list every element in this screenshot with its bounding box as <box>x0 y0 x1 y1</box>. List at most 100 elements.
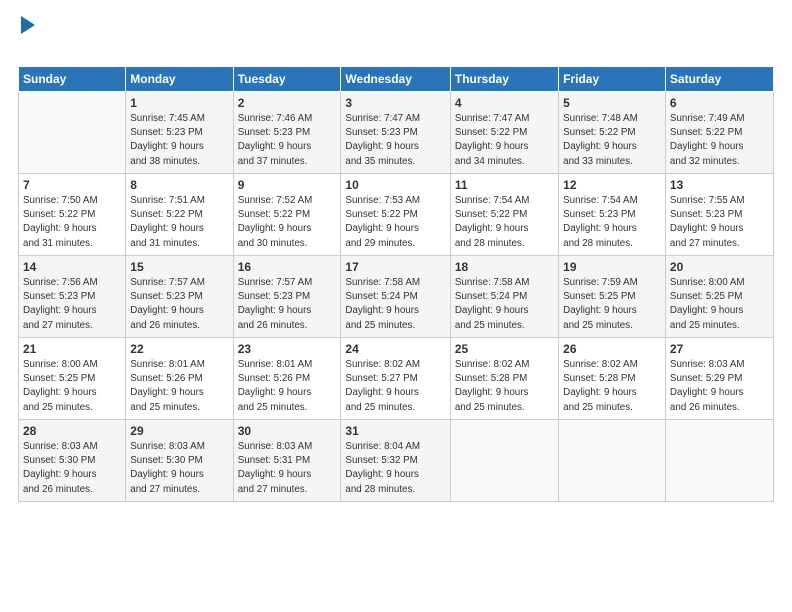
day-number: 18 <box>455 260 554 274</box>
calendar-cell: 10Sunrise: 7:53 AMSunset: 5:22 PMDayligh… <box>341 174 450 256</box>
day-number: 29 <box>130 424 228 438</box>
day-number: 8 <box>130 178 228 192</box>
logo-line <box>18 18 36 34</box>
day-number: 22 <box>130 342 228 356</box>
day-number: 28 <box>23 424 121 438</box>
day-number: 11 <box>455 178 554 192</box>
day-number: 9 <box>238 178 337 192</box>
calendar-week-5: 28 Sunrise: 8:03 AMSunset: 5:30 PMDayligh… <box>19 420 774 502</box>
calendar-cell: 1 Sunrise: 7:45 AMSunset: 5:23 PMDaylight… <box>126 92 233 174</box>
calendar-cell: 9 Sunrise: 7:52 AMSunset: 5:22 PMDaylight… <box>233 174 341 256</box>
calendar-cell: 11 Sunrise: 7:54 AMSunset: 5:22 PMDayligh… <box>450 174 558 256</box>
calendar-cell <box>665 420 773 502</box>
weekday-header-monday: Monday <box>126 67 233 92</box>
day-info: Sunrise: 7:58 AMSunset: 5:24 PMDaylight:… <box>345 276 445 333</box>
calendar-cell: 27 Sunrise: 8:03 AMSunset: 5:29 PMDayligh… <box>665 338 773 420</box>
day-info: Sunrise: 8:03 AMSunset: 5:30 PMDaylight:… <box>23 440 121 497</box>
day-number: 30 <box>238 424 337 438</box>
day-info: Sunrise: 7:47 AMSunset: 5:22 PMDaylight:… <box>455 112 554 169</box>
calendar-cell <box>450 420 558 502</box>
calendar-cell: 6Sunrise: 7:49 AMSunset: 5:22 PMDaylight… <box>665 92 773 174</box>
calendar-cell: 16Sunrise: 7:57 AMSunset: 5:23 PMDayligh… <box>233 256 341 338</box>
day-info: Sunrise: 7:54 AMSunset: 5:23 PMDaylight:… <box>563 194 661 251</box>
day-info: Sunrise: 7:50 AMSunset: 5:22 PMDaylight:… <box>23 194 121 251</box>
calendar-cell: 19 Sunrise: 7:59 AMSunset: 5:25 PMDayligh… <box>559 256 666 338</box>
day-number: 19 <box>563 260 661 274</box>
calendar-week-4: 21 Sunrise: 8:00 AMSunset: 5:25 PMDayligh… <box>19 338 774 420</box>
day-info: Sunrise: 8:03 AMSunset: 5:31 PMDaylight:… <box>238 440 337 497</box>
calendar-cell: 15Sunrise: 7:57 AMSunset: 5:23 PMDayligh… <box>126 256 233 338</box>
day-number: 17 <box>345 260 445 274</box>
calendar-cell: 8 Sunrise: 7:51 AMSunset: 5:22 PMDaylight… <box>126 174 233 256</box>
day-number: 3 <box>345 96 445 110</box>
calendar-cell <box>559 420 666 502</box>
calendar-cell: 7 Sunrise: 7:50 AMSunset: 5:22 PMDaylight… <box>19 174 126 256</box>
day-info: Sunrise: 7:52 AMSunset: 5:22 PMDaylight:… <box>238 194 337 251</box>
day-number: 16 <box>238 260 337 274</box>
calendar-cell: 31 Sunrise: 8:04 AMSunset: 5:32 PMDayligh… <box>341 420 450 502</box>
day-number: 23 <box>238 342 337 356</box>
weekday-header-saturday: Saturday <box>665 67 773 92</box>
weekday-header-tuesday: Tuesday <box>233 67 341 92</box>
calendar-cell: 23 Sunrise: 8:01 AMSunset: 5:26 PMDayligh… <box>233 338 341 420</box>
day-number: 15 <box>130 260 228 274</box>
calendar-cell: 26Sunrise: 8:02 AMSunset: 5:28 PMDayligh… <box>559 338 666 420</box>
day-number: 14 <box>23 260 121 274</box>
calendar-cell <box>19 92 126 174</box>
calendar-week-1: 1 Sunrise: 7:45 AMSunset: 5:23 PMDaylight… <box>19 92 774 174</box>
day-info: Sunrise: 7:59 AMSunset: 5:25 PMDaylight:… <box>563 276 661 333</box>
calendar-cell: 28 Sunrise: 8:03 AMSunset: 5:30 PMDayligh… <box>19 420 126 502</box>
calendar-cell: 22 Sunrise: 8:01 AMSunset: 5:26 PMDayligh… <box>126 338 233 420</box>
day-info: Sunrise: 8:03 AMSunset: 5:29 PMDaylight:… <box>670 358 769 415</box>
calendar-cell: 25Sunrise: 8:02 AMSunset: 5:28 PMDayligh… <box>450 338 558 420</box>
day-number: 5 <box>563 96 661 110</box>
calendar-cell: 4 Sunrise: 7:47 AMSunset: 5:22 PMDaylight… <box>450 92 558 174</box>
day-info: Sunrise: 7:53 AMSunset: 5:22 PMDaylight:… <box>345 194 445 251</box>
day-info: Sunrise: 7:49 AMSunset: 5:22 PMDaylight:… <box>670 112 769 169</box>
day-info: Sunrise: 7:47 AMSunset: 5:23 PMDaylight:… <box>345 112 445 169</box>
day-info: Sunrise: 8:02 AMSunset: 5:27 PMDaylight:… <box>345 358 445 415</box>
header <box>18 18 774 56</box>
day-info: Sunrise: 7:48 AMSunset: 5:22 PMDaylight:… <box>563 112 661 169</box>
calendar-cell: 20Sunrise: 8:00 AMSunset: 5:25 PMDayligh… <box>665 256 773 338</box>
calendar-cell: 13Sunrise: 7:55 AMSunset: 5:23 PMDayligh… <box>665 174 773 256</box>
calendar-week-3: 14Sunrise: 7:56 AMSunset: 5:23 PMDayligh… <box>19 256 774 338</box>
day-info: Sunrise: 8:01 AMSunset: 5:26 PMDaylight:… <box>238 358 337 415</box>
calendar-cell: 30 Sunrise: 8:03 AMSunset: 5:31 PMDayligh… <box>233 420 341 502</box>
logo-arrow-icon <box>21 16 35 34</box>
day-info: Sunrise: 7:58 AMSunset: 5:24 PMDaylight:… <box>455 276 554 333</box>
day-info: Sunrise: 7:55 AMSunset: 5:23 PMDaylight:… <box>670 194 769 251</box>
day-number: 31 <box>345 424 445 438</box>
weekday-header-row: SundayMondayTuesdayWednesdayThursdayFrid… <box>19 67 774 92</box>
day-info: Sunrise: 8:03 AMSunset: 5:30 PMDaylight:… <box>130 440 228 497</box>
day-info: Sunrise: 7:46 AMSunset: 5:23 PMDaylight:… <box>238 112 337 169</box>
day-number: 21 <box>23 342 121 356</box>
day-info: Sunrise: 7:54 AMSunset: 5:22 PMDaylight:… <box>455 194 554 251</box>
calendar-cell: 21 Sunrise: 8:00 AMSunset: 5:25 PMDayligh… <box>19 338 126 420</box>
day-number: 27 <box>670 342 769 356</box>
day-number: 7 <box>23 178 121 192</box>
day-info: Sunrise: 7:51 AMSunset: 5:22 PMDaylight:… <box>130 194 228 251</box>
day-number: 2 <box>238 96 337 110</box>
day-info: Sunrise: 7:45 AMSunset: 5:23 PMDaylight:… <box>130 112 228 169</box>
day-info: Sunrise: 8:01 AMSunset: 5:26 PMDaylight:… <box>130 358 228 415</box>
calendar-table: SundayMondayTuesdayWednesdayThursdayFrid… <box>18 66 774 502</box>
calendar-week-2: 7 Sunrise: 7:50 AMSunset: 5:22 PMDaylight… <box>19 174 774 256</box>
day-number: 4 <box>455 96 554 110</box>
weekday-header-thursday: Thursday <box>450 67 558 92</box>
logo <box>18 18 36 56</box>
day-info: Sunrise: 8:00 AMSunset: 5:25 PMDaylight:… <box>23 358 121 415</box>
day-number: 24 <box>345 342 445 356</box>
day-info: Sunrise: 8:02 AMSunset: 5:28 PMDaylight:… <box>563 358 661 415</box>
day-info: Sunrise: 8:04 AMSunset: 5:32 PMDaylight:… <box>345 440 445 497</box>
day-number: 12 <box>563 178 661 192</box>
calendar-cell: 2 Sunrise: 7:46 AMSunset: 5:23 PMDaylight… <box>233 92 341 174</box>
weekday-header-friday: Friday <box>559 67 666 92</box>
calendar-cell: 5 Sunrise: 7:48 AMSunset: 5:22 PMDaylight… <box>559 92 666 174</box>
weekday-header-wednesday: Wednesday <box>341 67 450 92</box>
weekday-header-sunday: Sunday <box>19 67 126 92</box>
calendar-cell: 3 Sunrise: 7:47 AMSunset: 5:23 PMDaylight… <box>341 92 450 174</box>
day-number: 1 <box>130 96 228 110</box>
calendar-cell: 18 Sunrise: 7:58 AMSunset: 5:24 PMDayligh… <box>450 256 558 338</box>
logo-blue-line <box>18 30 20 56</box>
